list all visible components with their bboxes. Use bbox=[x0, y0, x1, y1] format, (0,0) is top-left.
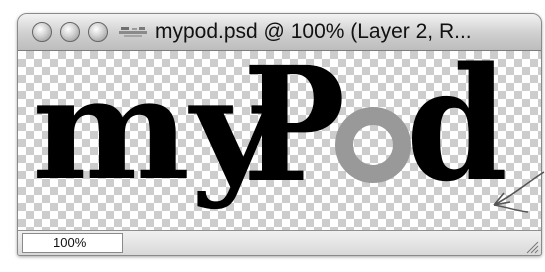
screenshot-page: mypod.psd @ 100% (Layer 2, R... my P d 1… bbox=[0, 0, 545, 272]
logo-text-p: P bbox=[243, 51, 345, 218]
minimize-button-icon[interactable] bbox=[60, 22, 80, 42]
status-bar: 100% bbox=[18, 230, 541, 255]
annotation-arrow-icon bbox=[493, 171, 545, 213]
close-button-icon[interactable] bbox=[32, 22, 52, 42]
logo-o-ring bbox=[335, 107, 411, 183]
window-title: mypod.psd @ 100% (Layer 2, R... bbox=[155, 20, 472, 43]
zoom-button-icon[interactable] bbox=[88, 22, 108, 42]
document-window: mypod.psd @ 100% (Layer 2, R... my P d 1… bbox=[17, 13, 542, 256]
title-bar[interactable]: mypod.psd @ 100% (Layer 2, R... bbox=[18, 14, 541, 51]
document-proxy-icon[interactable] bbox=[118, 25, 148, 39]
zoom-level-field[interactable]: 100% bbox=[22, 233, 123, 253]
document-canvas[interactable]: my P d bbox=[18, 51, 541, 230]
mypod-logo: my P d bbox=[32, 51, 508, 218]
resize-grip-icon[interactable] bbox=[523, 238, 539, 254]
